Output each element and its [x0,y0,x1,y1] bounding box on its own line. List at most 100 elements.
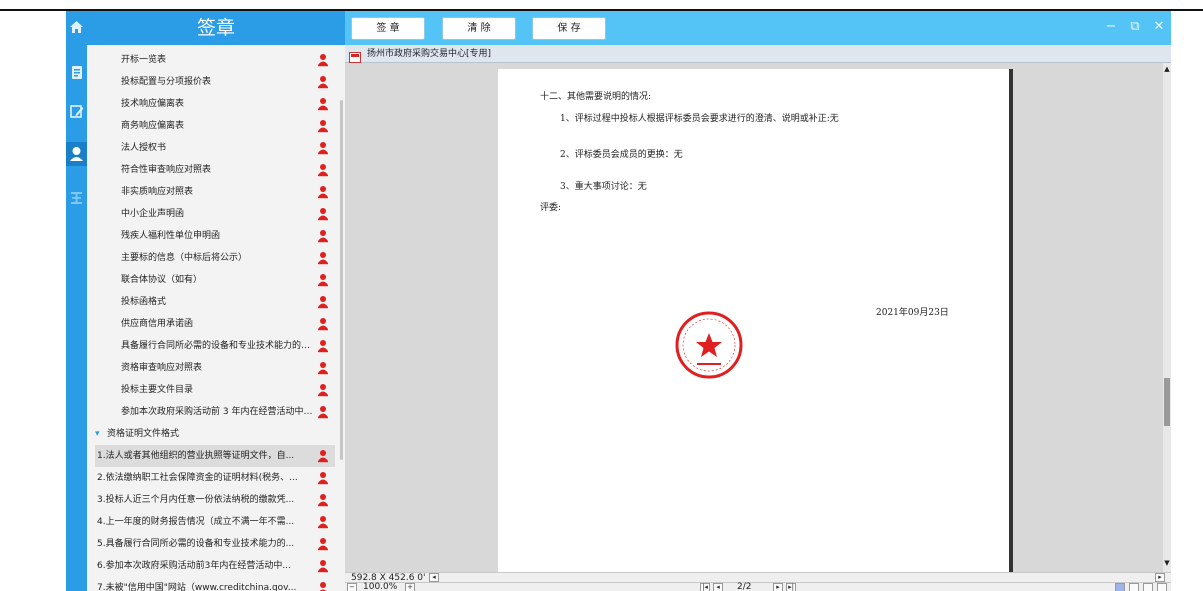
person-signature-icon[interactable] [317,53,329,67]
sidebar-item[interactable]: 供应商信用承诺函 [95,313,335,335]
sidebar-item[interactable]: 非实质响应对照表 [95,181,335,203]
home-icon[interactable] [68,18,85,35]
restore-icon[interactable]: ⧉ [1127,19,1143,35]
scroll-up-icon[interactable]: ▲ [1163,65,1171,73]
person-signature-icon[interactable] [317,383,329,397]
person-signature-icon[interactable] [317,163,329,177]
person-signature-icon[interactable] [317,251,329,265]
sidebar-item[interactable]: 残疾人福利性单位申明函 [95,225,335,247]
facing-view-icon[interactable] [1143,583,1153,591]
person-signature-icon[interactable] [317,141,329,155]
next-page-icon[interactable]: ▸ [773,583,783,591]
person-signature-icon[interactable] [317,361,329,375]
person-signature-icon[interactable] [317,339,329,353]
zoom-out-icon[interactable]: − [347,583,357,591]
sidebar-sub-item-label: 7.未被"信用中国"网站（www.creditchina.gov... [97,583,297,591]
person-signature-icon[interactable] [317,207,329,221]
single-page-view-icon[interactable] [1115,583,1125,591]
person-signature-icon[interactable] [317,493,329,507]
sidebar-sub-item[interactable]: 4.上一年度的财务报告情况（成立不满一年不需... [95,511,335,533]
chevron-down-icon[interactable]: ▾ [95,423,100,445]
sidebar-scrollbar[interactable] [340,100,343,460]
person-signature-icon[interactable] [317,471,329,485]
sidebar-item-label: 具备履行合同所必需的设备和专业技术能力的书... [121,341,316,351]
viewer-vertical-scrollbar[interactable]: ▲ ▼ [1163,63,1171,572]
close-icon[interactable]: ✕ [1151,19,1167,35]
sidebar-sub-item[interactable]: 1.法人或者其他组织的营业执照等证明文件，自... [95,445,335,467]
sidebar-sub-item[interactable]: 5.具备履行合同所必需的设备和专业技术能力的... [95,533,335,555]
person-signature-icon[interactable] [317,515,329,529]
sidebar-item[interactable]: 技术响应偏离表 [95,93,335,115]
save-button[interactable]: 保 存 [532,17,606,40]
grid-view-icon[interactable] [1157,583,1167,591]
sidebar-item[interactable]: 商务响应偏离表 [95,115,335,137]
person-signature-icon[interactable] [317,581,329,591]
sidebar-item-label: 符合性审查响应对照表 [121,165,212,175]
sidebar-item[interactable]: 投标配置与分项报价表 [95,71,335,93]
doc-date: 2021年09月23日 [876,308,949,318]
status-bar-top: 592.8 X 452.6 0' ◂ ▸ [345,572,1171,583]
doc-line-1: 1、评标过程中投标人根据评标委员会要求进行的澄清、说明或补正:无 [560,114,839,124]
sidebar-item[interactable]: 主要标的信息（中标后将公示） [95,247,335,269]
doc-reviewer-label: 评委: [540,203,562,213]
person-signature-icon[interactable] [317,405,329,419]
person-signature-icon[interactable] [317,97,329,111]
minimize-icon[interactable]: − [1103,19,1119,35]
sidebar-item[interactable]: 符合性审查响应对照表 [95,159,335,181]
sidebar-item-label: 非实质响应对照表 [121,187,194,197]
sidebar-group-label: 资格证明文件格式 [107,429,180,439]
sidebar-item[interactable]: 资格审查响应对照表 [95,357,335,379]
sidebar-item-label: 中小企业声明函 [121,209,185,219]
sidebar-item[interactable]: 具备履行合同所必需的设备和专业技术能力的书... [95,335,335,357]
sidebar-sub-item[interactable]: 2.依法缴纳职工社会保障资金的证明材料(税务、... [95,467,335,489]
user-icon[interactable] [66,142,87,166]
sign-button[interactable]: 签 章 [351,17,425,40]
sidebar-item[interactable]: 联合体协议（如有） [95,269,335,291]
doc-heading: 十二、其他需要说明的情况: [540,92,652,102]
person-signature-icon[interactable] [317,295,329,309]
page-indicator[interactable]: 2/2 [737,582,751,591]
edit-icon[interactable] [68,103,85,120]
sidebar-sub-item[interactable]: 6.参加本次政府采购活动前3年内在经营活动中... [95,555,335,577]
prev-page-icon[interactable]: ◂ [713,583,723,591]
sidebar-sub-item-label: 2.依法缴纳职工社会保障资金的证明材料(税务、... [97,473,298,483]
person-signature-icon[interactable] [317,449,329,463]
continuous-view-icon[interactable] [1129,583,1139,591]
person-signature-icon[interactable] [317,317,329,331]
first-page-icon[interactable]: |◂ [700,583,710,591]
doc-line-2: 2、评标委员会成员的更换：无 [560,150,683,160]
sidebar-item[interactable]: 中小企业声明函 [95,203,335,225]
sidebar-item-label: 资格审查响应对照表 [121,363,203,373]
company-seal [673,309,745,381]
person-signature-icon[interactable] [317,229,329,243]
sidebar-item[interactable]: 开标一览表 [95,49,335,71]
nav-rail [66,11,87,591]
sidebar-item[interactable]: 参加本次政府采购活动前 3 年内在经营活动中没... [95,401,335,423]
zoom-in-icon[interactable]: + [405,583,415,591]
scroll-down-icon[interactable]: ▼ [1163,559,1171,567]
sidebar-sub-item[interactable]: 7.未被"信用中国"网站（www.creditchina.gov... [95,577,335,591]
scroll-left-icon[interactable]: ◂ [429,573,439,582]
sidebar-item-label: 供应商信用承诺函 [121,319,194,329]
sidebar-item-label: 法人授权书 [121,143,167,153]
scroll-thumb[interactable] [1164,378,1170,426]
person-signature-icon[interactable] [317,75,329,89]
seal-stamp-icon[interactable] [68,189,85,206]
person-signature-icon[interactable] [317,537,329,551]
clear-button[interactable]: 清 除 [442,17,516,40]
document-tab-title[interactable]: 扬州市政府采购交易中心[专用] [367,45,491,63]
scroll-right-icon[interactable]: ▸ [1155,573,1165,582]
sidebar-sub-item-label: 5.具备履行合同所必需的设备和专业技术能力的... [97,539,295,549]
person-signature-icon[interactable] [317,119,329,133]
sidebar-item[interactable]: 法人授权书 [95,137,335,159]
person-signature-icon[interactable] [317,185,329,199]
document-icon[interactable] [68,64,85,81]
sidebar-item[interactable]: 投标函格式 [95,291,335,313]
person-signature-icon[interactable] [317,559,329,573]
sidebar-group-header[interactable]: ▾ 资格证明文件格式 [95,423,335,445]
sidebar-sub-item[interactable]: 3.投标人近三个月内任意一份依法纳税的缴款凭... [95,489,335,511]
sidebar-item[interactable]: 投标主要文件目录 [95,379,335,401]
last-page-icon[interactable]: ▸| [786,583,796,591]
sidebar-sub-item-label: 3.投标人近三个月内任意一份依法纳税的缴款凭... [97,495,295,505]
person-signature-icon[interactable] [317,273,329,287]
